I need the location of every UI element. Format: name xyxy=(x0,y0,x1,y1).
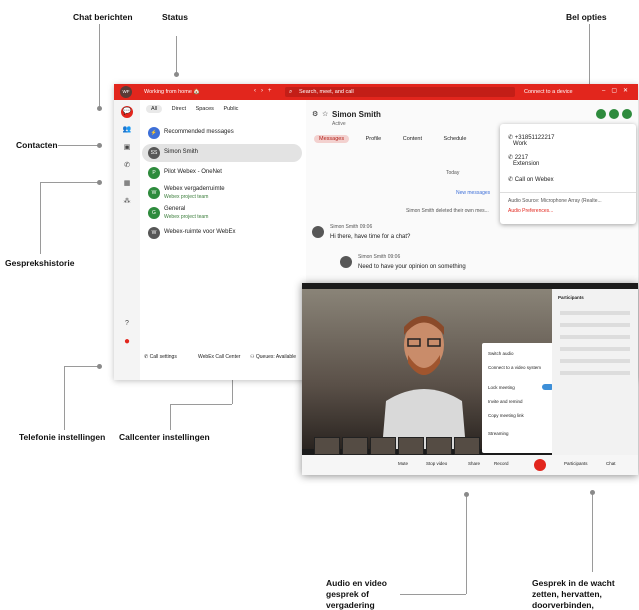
tab-schedule[interactable]: Schedule xyxy=(439,135,472,143)
callout-callcenter: Callcenter instellingen xyxy=(119,432,210,442)
participant-thumbnail[interactable] xyxy=(398,437,424,455)
menu-item[interactable]: Connect to a video system xyxy=(488,365,541,370)
connect-device-button[interactable]: Connect to a device xyxy=(524,89,573,95)
list-item[interactable]: W Webex-ruimte voor WebEx xyxy=(142,224,302,242)
participants-title: Participants xyxy=(558,295,584,300)
apps-icon[interactable]: ⁂ xyxy=(121,196,133,208)
list-item[interactable]: G General Webex project team xyxy=(142,204,302,222)
presence-status: Active xyxy=(332,121,346,127)
callout-status: Status xyxy=(162,12,188,22)
window-controls-icon[interactable]: –▢✕ xyxy=(602,87,634,94)
avatar xyxy=(312,226,324,238)
menu-item[interactable]: Switch audio xyxy=(488,351,514,356)
meeting-more-menu: Switch audio Connect to a video system L… xyxy=(482,343,562,453)
participants-button[interactable]: Participants xyxy=(564,461,588,466)
contact-name: Simon Smith xyxy=(332,110,381,119)
teams-icon[interactable]: 👥 xyxy=(121,124,133,136)
message-text: Need to have your opinion on something xyxy=(358,264,466,270)
filter-tabs: All Direct Spaces Public xyxy=(146,105,246,113)
list-item[interactable]: P Pilot Webex - OneNet xyxy=(142,164,302,182)
call-on-webex-option[interactable]: ✆ Call on Webex xyxy=(508,176,554,183)
filter-public[interactable]: Public xyxy=(223,106,238,112)
date-divider: Today xyxy=(446,170,460,176)
participant-thumbnail[interactable] xyxy=(454,437,480,455)
menu-item[interactable]: Streaming xyxy=(488,431,509,436)
call-settings-button[interactable]: ✆ Call settings xyxy=(144,354,177,360)
meeting-window: Switch audio Connect to a video system L… xyxy=(302,283,638,475)
message-meta: Simon Smith 09:06 xyxy=(358,254,401,260)
tab-messages[interactable]: Messages xyxy=(314,135,350,143)
chat-icon[interactable]: 💬 xyxy=(121,106,133,118)
callout-chat-berichten: Chat berichten xyxy=(73,12,133,22)
extension-option[interactable]: ✆ 2217 Extension xyxy=(508,154,539,167)
callout-telefonie: Telefonie instellingen xyxy=(19,432,106,442)
menu-item[interactable]: Invite and remind xyxy=(488,399,523,404)
menu-item[interactable]: Copy meeting link xyxy=(488,413,524,418)
more-call-options-button[interactable] xyxy=(622,109,632,119)
search-input[interactable]: ⌕ Search, meet, and call xyxy=(285,87,515,97)
meeting-control-bar: Mute Stop video Share Record Participant… xyxy=(302,455,638,475)
tab-content[interactable]: Content xyxy=(398,135,427,143)
nav-rail: 💬 👥 ▣ ✆ ▦ ⁂ ? ● xyxy=(114,100,140,380)
avatar xyxy=(340,256,352,268)
chat-button[interactable]: Chat xyxy=(606,461,616,466)
share-button[interactable]: Share xyxy=(468,461,480,466)
audio-call-button[interactable] xyxy=(609,109,619,119)
conversation-list: All Direct Spaces Public ⚡ Recommended me… xyxy=(140,100,306,380)
bottom-bar: ✆ Call settings WebEx Call Center ⚇ Queu… xyxy=(140,354,306,364)
filter-all[interactable]: All xyxy=(146,105,163,113)
call-options-popup: ✆ +31851122217 Work ✆ 2217 Extension ✆ C… xyxy=(500,124,636,224)
participant-thumbnail[interactable] xyxy=(370,437,396,455)
participant-video-image xyxy=(382,316,466,449)
participant-thumbnail[interactable] xyxy=(342,437,368,455)
list-item[interactable]: ⚡ Recommended messages xyxy=(142,124,302,142)
call-center-button[interactable]: WebEx Call Center xyxy=(198,354,240,360)
callout-gesprekshistorie: Gespreks­historie xyxy=(5,258,75,268)
callout-bel-opties: Bel opties xyxy=(566,12,607,22)
meetings-icon[interactable]: ▦ xyxy=(121,178,133,190)
calls-icon[interactable]: ✆ xyxy=(121,160,133,172)
title-bar: WF Working from home 🏠 ‹›+ ⌕ Search, meet… xyxy=(114,84,638,100)
annotated-screenshot: { "callouts": { "chat_berichten": "Chat … xyxy=(0,0,639,610)
deleted-notice: Simon Smith deleted their own mes... xyxy=(406,208,489,214)
contacts-icon[interactable]: ▣ xyxy=(121,142,133,154)
star-icon[interactable]: ☆ xyxy=(322,110,328,118)
work-number-option[interactable]: ✆ +31851122217 Work xyxy=(508,134,554,147)
chat-tabs: Messages Profile Content Schedule xyxy=(314,135,481,143)
message-meta: Simon Smith 09:06 xyxy=(330,224,373,230)
vodafone-logo-icon: ● xyxy=(123,336,131,347)
audio-source-text: Audio Source: Microphone Array (Realte..… xyxy=(508,198,602,204)
help-icon[interactable]: ? xyxy=(121,318,133,330)
list-item[interactable]: W Webex vergaderruimte Webex project team xyxy=(142,184,302,202)
mute-button[interactable]: Mute xyxy=(398,461,408,466)
callout-contacten: Contacten xyxy=(16,140,58,150)
record-button[interactable]: Record xyxy=(494,461,509,466)
list-item[interactable]: SS Simon Smith xyxy=(142,144,302,162)
message-text: Hi there, have time for a chat? xyxy=(330,234,411,240)
search-icon: ⌕ xyxy=(289,89,293,95)
video-call-button[interactable] xyxy=(596,109,606,119)
participant-thumbnail[interactable] xyxy=(426,437,452,455)
tab-profile[interactable]: Profile xyxy=(361,135,387,143)
callout-wacht: Gesprek in de wacht zetten, hervatten, d… xyxy=(532,578,615,610)
nav-arrows-icon[interactable]: ‹›+ xyxy=(254,88,277,94)
settings-gear-icon[interactable]: ⚙ xyxy=(312,110,318,118)
status-text[interactable]: Working from home 🏠 xyxy=(144,89,200,95)
filter-direct[interactable]: Direct xyxy=(172,106,186,112)
stop-video-button[interactable]: Stop video xyxy=(426,461,447,466)
participant-thumbnail[interactable] xyxy=(314,437,340,455)
menu-item[interactable]: Lock meeting xyxy=(488,385,515,390)
avatar[interactable]: WF xyxy=(120,86,132,98)
queues-button[interactable]: ⚇ Queues: Available xyxy=(250,354,296,360)
participants-panel: Participants xyxy=(552,289,638,461)
leave-meeting-button[interactable] xyxy=(534,459,546,471)
new-messages-divider: New messages xyxy=(456,190,491,196)
callout-audio-video: Audio en video gesprek of vergadering xyxy=(326,578,387,610)
audio-preferences-link[interactable]: Audio Preferences... xyxy=(508,208,553,214)
filter-spaces[interactable]: Spaces xyxy=(196,106,214,112)
